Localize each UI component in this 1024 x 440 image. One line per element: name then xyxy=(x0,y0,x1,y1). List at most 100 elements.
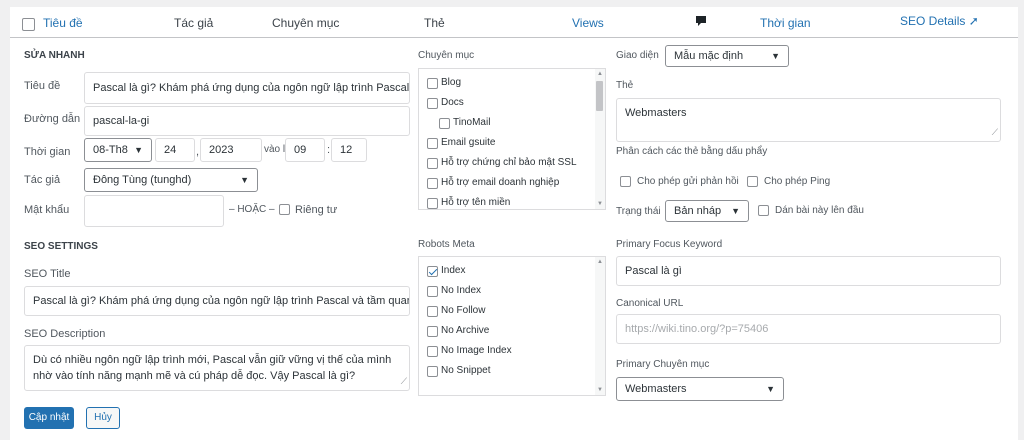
robots-label-noimageindex: No Image Index xyxy=(441,345,512,356)
category-label-docs: Docs xyxy=(441,97,464,108)
resize-handle-icon[interactable]: ⟋ xyxy=(992,124,998,140)
robots-label-index: Index xyxy=(441,265,466,276)
robots-checkbox-noarchive[interactable] xyxy=(427,326,438,337)
robots-meta-list[interactable]: Index No Index No Follow No Archive No I… xyxy=(418,256,606,396)
categories-list[interactable]: Blog Docs TinoMail Email gsuite Hỗ trợ c… xyxy=(418,68,606,210)
robots-checkbox-index[interactable] xyxy=(427,266,438,277)
seo-details-label: SEO Details xyxy=(900,14,966,28)
external-link-icon: ➚ xyxy=(968,14,979,28)
scroll-up-icon[interactable]: ▲ xyxy=(597,71,603,77)
focus-keyword-input[interactable]: Pascal là gì xyxy=(616,256,1001,286)
cancel-button[interactable]: Hủy xyxy=(86,407,120,429)
chevron-down-icon: ▼ xyxy=(731,206,740,216)
update-button[interactable]: Cập nhật xyxy=(24,407,74,429)
focus-keyword-label: Primary Focus Keyword xyxy=(616,239,723,250)
allow-pings-checkbox[interactable] xyxy=(747,176,758,187)
seo-description-textarea[interactable]: Dù có nhiều ngôn ngữ lập trình mới, Pasc… xyxy=(24,345,410,391)
theme-select[interactable]: Mẫu mặc định ▼ xyxy=(665,45,789,67)
author-select[interactable]: Đông Tùng (tunghd) ▼ xyxy=(84,168,258,192)
month-select[interactable]: 08-Th8 ▼ xyxy=(84,138,152,162)
tags-label: Thẻ xyxy=(616,80,634,91)
comment-bubble-icon[interactable] xyxy=(695,15,707,30)
chevron-down-icon: ▼ xyxy=(134,145,143,155)
private-label: Riêng tư xyxy=(295,204,338,216)
time-separator: : xyxy=(327,144,331,156)
robots-checkbox-nosnippet[interactable] xyxy=(427,366,438,377)
canonical-url-input[interactable]: https://wiki.tino.org/?p=75406 xyxy=(616,314,1001,344)
hour-input[interactable]: 09 xyxy=(285,138,325,162)
robots-label-noindex: No Index xyxy=(441,285,482,296)
chevron-down-icon: ▼ xyxy=(766,384,775,394)
day-input[interactable]: 24 xyxy=(155,138,195,162)
column-seo-details[interactable]: SEO Details ➚ xyxy=(900,14,979,28)
allow-comments-checkbox[interactable] xyxy=(620,176,631,187)
category-label-ssl: Hỗ trợ chứng chỉ bảo mật SSL xyxy=(441,157,577,168)
seo-description-label: SEO Description xyxy=(24,328,106,340)
slug-label: Đường dẫn xyxy=(24,113,81,125)
categories-scrollbar[interactable]: ▲ ▼ xyxy=(595,69,605,209)
select-all-checkbox[interactable] xyxy=(22,18,35,31)
seo-title-input[interactable]: Pascal là gì? Khám phá ứng dụng của ngôn… xyxy=(24,286,410,316)
categories-label: Chuyên mục xyxy=(418,50,475,61)
robots-checkbox-noimageindex[interactable] xyxy=(427,346,438,357)
allow-comments-label: Cho phép gửi phản hồi xyxy=(637,176,739,187)
category-checkbox-domain[interactable] xyxy=(427,198,438,209)
robots-meta-label: Robots Meta xyxy=(418,239,475,250)
quick-edit-heading: SỬA NHANH xyxy=(24,50,85,61)
primary-category-label: Primary Chuyên mục xyxy=(616,359,710,370)
category-checkbox-blog[interactable] xyxy=(427,78,438,89)
minute-input[interactable]: 12 xyxy=(331,138,367,162)
year-input[interactable]: 2023 xyxy=(200,138,262,162)
chevron-down-icon: ▼ xyxy=(240,175,249,185)
author-value: Đông Tùng (tunghd) xyxy=(93,174,192,186)
category-checkbox-tinomail[interactable] xyxy=(439,118,450,129)
slug-input[interactable]: pascal-la-gi xyxy=(84,106,410,136)
robots-label-nosnippet: No Snippet xyxy=(441,365,491,376)
tags-textarea[interactable]: Webmasters ⟋ xyxy=(616,98,1001,142)
date-separator: , xyxy=(196,146,200,158)
category-label-tinomail: TinoMail xyxy=(453,117,491,128)
category-checkbox-business-email[interactable] xyxy=(427,178,438,189)
author-label: Tác giả xyxy=(24,174,61,186)
robots-checkbox-noindex[interactable] xyxy=(427,286,438,297)
category-label-business-email: Hỗ trợ email doanh nghiệp xyxy=(441,177,560,188)
status-label: Trạng thái xyxy=(616,206,661,217)
theme-value: Mẫu mặc định xyxy=(674,50,744,62)
or-label: – HOẶC – xyxy=(229,204,275,215)
resize-handle-icon[interactable]: ⟋ xyxy=(401,373,407,389)
password-input[interactable] xyxy=(84,195,224,227)
primary-category-select[interactable]: Webmasters ▼ xyxy=(616,377,784,401)
robots-label-nofollow: No Follow xyxy=(441,305,486,316)
scroll-down-icon[interactable]: ▼ xyxy=(597,201,603,207)
robots-label-noarchive: No Archive xyxy=(441,325,490,336)
category-checkbox-email-gsuite[interactable] xyxy=(427,138,438,149)
column-tags: Thẻ xyxy=(424,16,445,30)
status-value: Bản nháp xyxy=(674,205,722,217)
allow-pings-label: Cho phép Ping xyxy=(764,176,831,187)
chevron-down-icon: ▼ xyxy=(771,51,780,61)
sticky-checkbox[interactable] xyxy=(758,205,769,216)
private-checkbox[interactable] xyxy=(279,204,290,215)
seo-settings-heading: SEO SETTINGS xyxy=(24,241,98,252)
scrollbar-thumb[interactable] xyxy=(596,81,603,111)
tags-hint: Phân cách các thẻ bằng dấu phẩy xyxy=(616,146,768,157)
seo-title-label: SEO Title xyxy=(24,268,71,280)
robots-checkbox-nofollow[interactable] xyxy=(427,306,438,317)
sticky-label: Dán bài này lên đầu xyxy=(775,205,864,216)
column-date[interactable]: Thời gian xyxy=(760,16,811,30)
theme-label: Giao diện xyxy=(616,50,659,61)
scroll-up-icon[interactable]: ▲ xyxy=(597,259,603,265)
robots-scrollbar[interactable]: ▲ ▼ xyxy=(595,257,605,395)
column-views[interactable]: Views xyxy=(572,16,604,30)
list-table-header: Tiêu đề Tác giả Chuyên mục Thẻ Views Thờ… xyxy=(10,7,1018,38)
primary-category-value: Webmasters xyxy=(625,383,687,395)
category-checkbox-ssl[interactable] xyxy=(427,158,438,169)
scroll-down-icon[interactable]: ▼ xyxy=(597,387,603,393)
category-label-blog: Blog xyxy=(441,77,462,88)
status-select[interactable]: Bản nháp ▼ xyxy=(665,200,749,222)
title-label: Tiêu đề xyxy=(24,80,61,92)
column-title[interactable]: Tiêu đề xyxy=(43,16,83,30)
title-input[interactable]: Pascal là gì? Khám phá ứng dụng của ngôn… xyxy=(84,72,410,104)
canonical-url-label: Canonical URL xyxy=(616,298,684,309)
category-checkbox-docs[interactable] xyxy=(427,98,438,109)
